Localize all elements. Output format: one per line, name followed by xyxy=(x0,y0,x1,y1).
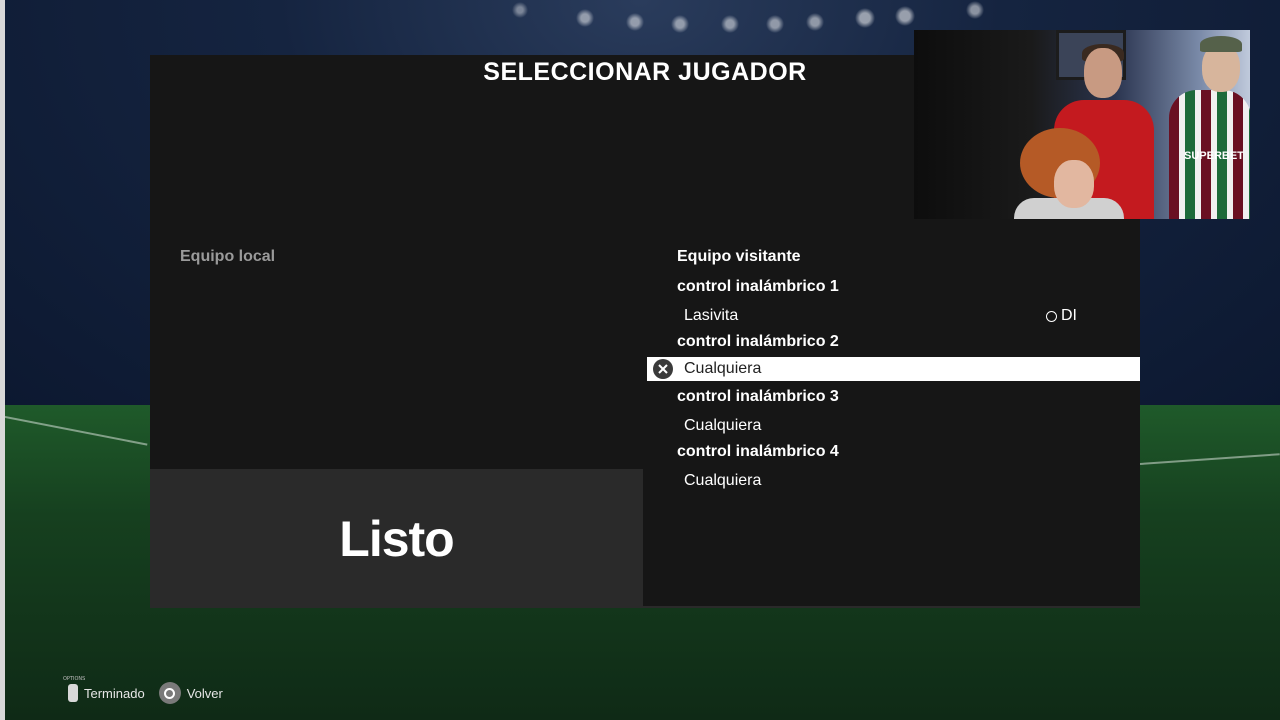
controller-1-label: control inalámbrico 1 xyxy=(677,278,839,295)
footer-controls: Terminado Volver xyxy=(63,676,223,704)
ready-label: Listo xyxy=(339,510,454,567)
ready-button[interactable]: Listo xyxy=(150,469,643,608)
cross-button-icon xyxy=(653,359,673,379)
done-control[interactable]: Terminado xyxy=(63,676,145,702)
circle-button-icon xyxy=(158,682,181,704)
person-cap xyxy=(1200,36,1242,52)
player-name: Cualquiera xyxy=(684,472,762,489)
jersey-sponsor-text: SUPERBET xyxy=(1184,150,1244,162)
person-face xyxy=(1054,160,1094,208)
player-name: Cualquiera xyxy=(684,360,762,377)
side-tag: DI xyxy=(1046,307,1077,325)
controller-2-label: control inalámbrico 2 xyxy=(677,333,839,350)
webcam-overlay: SUPERBET xyxy=(914,30,1250,219)
back-label: Volver xyxy=(186,685,223,701)
controller-1-player-row[interactable]: Lasivita DI xyxy=(647,304,1140,328)
controller-3-player-row[interactable]: Cualquiera xyxy=(647,414,1140,438)
away-team-label: Equipo visitante xyxy=(677,248,801,265)
player-name: Lasivita xyxy=(684,307,739,324)
side-tag-label: DI xyxy=(1061,307,1077,324)
done-label: Terminado xyxy=(84,685,145,701)
controller-4-player-row[interactable]: Cualquiera xyxy=(647,469,1140,493)
home-team-label: Equipo local xyxy=(180,248,276,265)
person-head xyxy=(1084,48,1122,98)
controller-2-player-row[interactable]: Cualquiera xyxy=(647,357,1140,381)
back-control[interactable]: Volver xyxy=(158,682,223,704)
controller-4-label: control inalámbrico 4 xyxy=(677,443,839,460)
options-button-icon xyxy=(63,676,85,702)
player-name: Cualquiera xyxy=(684,417,762,434)
circle-icon xyxy=(1046,310,1057,322)
left-edge-strip xyxy=(0,0,5,720)
controller-3-label: control inalámbrico 3 xyxy=(677,388,839,405)
